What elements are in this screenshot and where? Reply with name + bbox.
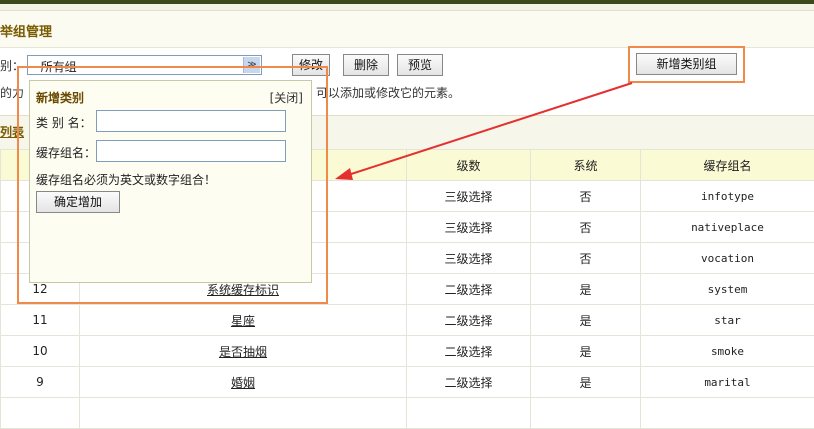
arrow-line bbox=[345, 83, 632, 176]
annotation-arrow bbox=[0, 0, 814, 407]
arrow-head bbox=[335, 168, 353, 180]
